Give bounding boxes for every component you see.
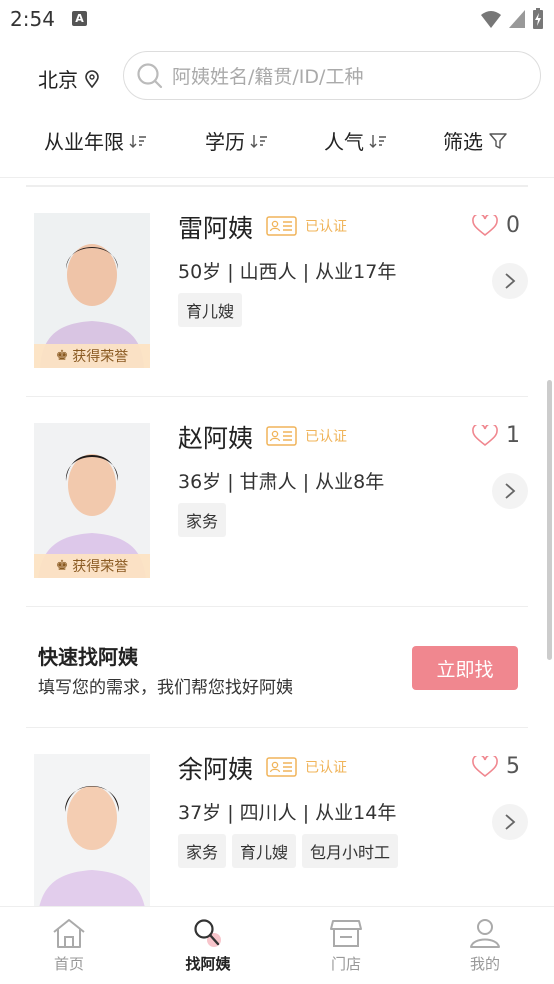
filter-screen[interactable]: 筛选 [443, 126, 508, 155]
tag-list: 家务 育儿嫂 包月小时工 [178, 834, 399, 868]
honor-label: 获得荣誉 [72, 559, 129, 575]
id-card-icon [266, 757, 297, 777]
like-button[interactable]: 5 [472, 754, 520, 779]
crown-icon: ♚ [55, 348, 69, 364]
heart-icon [472, 755, 498, 777]
caregiver-info: 36岁 | 甘肃人 | 从业8年 [178, 471, 385, 493]
caregiver-card[interactable]: ♚ 获得荣誉 雷阿姨 已认证 0 50岁 | 山西人 | 从业17年 育儿嫂 [26, 186, 528, 396]
certified-badge: 已认证 [266, 216, 347, 236]
certified-label: 已认证 [305, 429, 347, 445]
certified-label: 已认证 [305, 219, 347, 235]
service-tag: 家务 [178, 503, 227, 537]
heart-icon [472, 424, 498, 446]
certified-badge: 已认证 [266, 757, 347, 777]
caregiver-name: 余阿姨 [178, 755, 254, 784]
crown-icon: ♚ [55, 558, 69, 574]
chevron-right-icon [505, 814, 516, 830]
tab-find-auntie[interactable]: 找阿姨 [158, 917, 258, 974]
status-time: 2:54 [10, 7, 55, 31]
city-label: 北京 [38, 68, 78, 92]
funnel-icon [489, 132, 507, 149]
service-tag: 包月小时工 [302, 834, 399, 868]
caregiver-card[interactable]: ♚ 获得荣誉 赵阿姨 已认证 1 36岁 | 甘肃人 | 从业8年 家务 [26, 396, 528, 606]
filter-education[interactable]: 学历 [205, 126, 268, 155]
detail-arrow-button[interactable] [492, 263, 528, 299]
like-button[interactable]: 0 [472, 213, 520, 238]
quick-find-banner: 快速找阿姨 填写您的需求，我们帮您找好阿姨 立即找 [26, 606, 528, 728]
sort-icon [250, 134, 267, 148]
caregiver-info: 50岁 | 山西人 | 从业17年 [178, 261, 397, 283]
quick-find-subtitle: 填写您的需求，我们帮您找好阿姨 [38, 678, 293, 698]
caregiver-list[interactable]: ♚ 获得荣誉 雷阿姨 已认证 0 50岁 | 山西人 | 从业17年 育儿嫂 ♚ 获… [0, 178, 554, 906]
filter-education-label: 学历 [205, 130, 245, 154]
certified-badge: 已认证 [266, 426, 347, 446]
like-count: 0 [506, 213, 520, 238]
detail-arrow-button[interactable] [492, 804, 528, 840]
honor-label: 获得荣誉 [72, 349, 129, 365]
sort-icon [369, 134, 386, 148]
service-tag: 育儿嫂 [232, 834, 297, 868]
search-auntie-icon [194, 919, 221, 947]
heart-icon [472, 214, 498, 236]
chevron-right-icon [505, 273, 516, 289]
tab-home[interactable]: 首页 [19, 917, 119, 974]
caregiver-info: 37岁 | 四川人 | 从业14年 [178, 802, 397, 824]
tab-find-auntie-label: 找阿姨 [185, 955, 231, 973]
city-selector[interactable]: 北京 [38, 64, 100, 93]
signal-icon [509, 10, 525, 28]
search-icon [137, 62, 163, 88]
wifi-icon [481, 11, 501, 28]
honor-badge: ♚ 获得荣誉 [34, 344, 150, 368]
battery-icon [533, 8, 543, 29]
caregiver-photo [34, 754, 150, 906]
tab-store-label: 门店 [330, 955, 361, 973]
filter-popularity-label: 人气 [324, 130, 364, 154]
caregiver-card[interactable]: 余阿姨 已认证 5 37岁 | 四川人 | 从业14年 家务 育儿嫂 包月小时工 [26, 728, 528, 906]
tab-profile-label: 我的 [469, 955, 500, 973]
location-pin-icon [85, 69, 99, 88]
scrollbar[interactable] [547, 380, 552, 660]
search-input[interactable]: 阿姨姓名/籍贯/ID/工种 [123, 51, 541, 100]
service-tag: 家务 [178, 834, 227, 868]
certified-label: 已认证 [305, 760, 347, 776]
tab-home-label: 首页 [53, 955, 84, 973]
tab-profile[interactable]: 我的 [435, 917, 535, 974]
tag-list: 育儿嫂 [178, 293, 243, 327]
like-count: 1 [506, 423, 520, 448]
caregiver-photo: ♚ 获得荣誉 [34, 213, 150, 368]
filter-screen-label: 筛选 [443, 130, 483, 154]
detail-arrow-button[interactable] [492, 473, 528, 509]
filter-experience-label: 从业年限 [44, 130, 124, 154]
caregiver-photo: ♚ 获得荣誉 [34, 423, 150, 578]
caregiver-name: 雷阿姨 [178, 214, 254, 243]
like-count: 5 [506, 754, 520, 779]
like-button[interactable]: 1 [472, 423, 520, 448]
status-bar: 2:54 A [0, 0, 554, 38]
caregiver-name: 赵阿姨 [178, 424, 254, 453]
filter-popularity[interactable]: 人气 [324, 126, 387, 155]
profile-icon [470, 919, 500, 948]
filter-bar: 从业年限 学历 人气 筛选 [0, 114, 554, 178]
id-card-icon [266, 426, 297, 446]
sort-icon [129, 134, 146, 148]
top-bar: 北京 阿姨姓名/籍贯/ID/工种 [0, 38, 554, 114]
store-icon [330, 920, 362, 947]
honor-badge: ♚ 获得荣誉 [34, 554, 150, 578]
find-now-button[interactable]: 立即找 [412, 646, 518, 690]
tag-list: 家务 [178, 503, 227, 537]
chevron-right-icon [505, 483, 516, 499]
service-tag: 育儿嫂 [178, 293, 243, 327]
tab-store[interactable]: 门店 [296, 917, 396, 974]
bottom-tab-bar: 首页 找阿姨 门店 我的 [0, 906, 554, 984]
id-card-icon [266, 216, 297, 236]
system-icons [480, 8, 544, 30]
search-placeholder: 阿姨姓名/籍贯/ID/工种 [172, 66, 364, 88]
home-icon [53, 919, 85, 948]
filter-experience[interactable]: 从业年限 [44, 126, 147, 155]
quick-find-title: 快速找阿姨 [38, 645, 138, 669]
notification-a-icon: A [72, 11, 87, 26]
